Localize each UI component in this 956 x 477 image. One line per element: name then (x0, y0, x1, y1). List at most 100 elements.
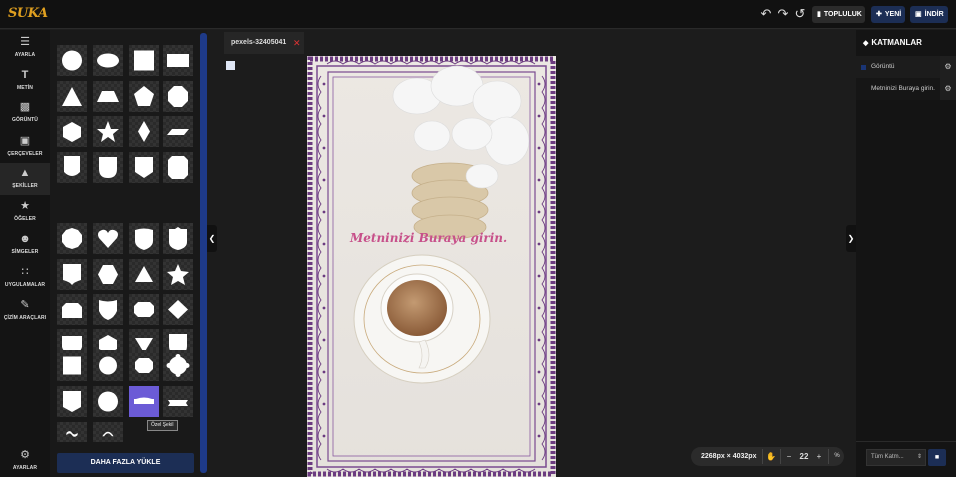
shape-octagon-soft[interactable] (129, 350, 159, 381)
document-tab[interactable]: pexels-32405041 (224, 32, 304, 54)
collapse-left-panel-button[interactable]: ❮ (207, 225, 217, 252)
zoom-in-button[interactable]: + (814, 447, 824, 466)
hand-tool-icon[interactable]: ✋ (765, 447, 777, 466)
app-logo[interactable]: SUKA (8, 6, 48, 21)
wave-shape-icon (66, 431, 78, 437)
sidebar: ☰ AYARLA T METİN ▩ GÖRÜNTÜ ▣ ÇERÇEVELER … (0, 30, 50, 477)
trapezoid-shape-icon (97, 91, 119, 102)
circle-shape-icon (98, 391, 118, 412)
shield-shape-icon (99, 157, 117, 178)
shape-shield-point[interactable] (129, 152, 159, 183)
redo-icon[interactable]: ↷ (776, 7, 790, 21)
shape-rectangle[interactable] (163, 45, 193, 76)
shape-shield-round[interactable] (93, 152, 123, 183)
layer-filter-select[interactable]: Tüm Katm... ⇕ (866, 449, 926, 466)
shape-star[interactable] (93, 116, 123, 147)
shape-wave[interactable] (57, 422, 87, 442)
community-button[interactable]: ▮ TOPLULUK (812, 6, 865, 23)
shape-hexagon[interactable] (57, 116, 87, 147)
chat-icon: ▮ (817, 11, 821, 18)
shape-custom-banner[interactable] (129, 386, 159, 417)
sidebar-item-frames[interactable]: ▣ ÇERÇEVELER (0, 131, 50, 163)
gear-icon: ⚙ (20, 449, 30, 461)
zoom-out-button[interactable]: − (784, 447, 794, 466)
sidebar-item-adjust[interactable]: ☰ AYARLA (0, 32, 50, 64)
resize-corner-icon[interactable] (226, 61, 235, 70)
shape-shield-tall[interactable] (57, 152, 87, 183)
shape-decagon[interactable] (57, 223, 87, 254)
canvas-text-layer[interactable]: Metninizi Buraya girin. (350, 231, 507, 245)
shape-circle-small[interactable] (93, 350, 123, 381)
shape-circle[interactable] (57, 45, 87, 76)
shield-shape-icon (135, 157, 153, 178)
sidebar-item-elements[interactable]: ★ ÖĞELER (0, 196, 50, 228)
shape-parallelogram[interactable] (163, 116, 193, 147)
shape-octagon[interactable] (163, 81, 193, 112)
load-more-button[interactable]: DAHA FAZLA YÜKLE (57, 453, 194, 473)
shape-triangle[interactable] (57, 81, 87, 112)
sidebar-item-icons[interactable]: ☻ SİMGELER (0, 229, 50, 261)
shape-octagon-wide[interactable] (129, 294, 159, 325)
hexagon-shape-icon (63, 122, 81, 142)
shapes-scrollbar-thumb[interactable] (200, 33, 207, 473)
new-label: YENİ (884, 11, 902, 18)
star-icon: ★ (20, 200, 30, 212)
sidebar-item-settings[interactable]: ⚙ AYARLAR (0, 445, 50, 477)
shape-pennant[interactable] (57, 386, 87, 417)
sliders-icon: ☰ (20, 36, 30, 48)
sidebar-item-image[interactable]: ▩ GÖRÜNTÜ (0, 97, 50, 129)
shape-square[interactable] (129, 45, 159, 76)
shape-ellipse[interactable] (93, 45, 123, 76)
layer-label: Görüntü (871, 63, 895, 70)
shape-crest-notched[interactable] (163, 223, 193, 254)
shape-trapezoid[interactable] (93, 81, 123, 112)
shape-banner-shield[interactable] (57, 259, 87, 290)
shape-hexagon-wide[interactable] (93, 259, 123, 290)
triangle-shape-icon (62, 87, 82, 106)
shape-house[interactable] (57, 294, 87, 325)
layer-label: Metninizi Buraya girin. (871, 85, 935, 92)
close-icon[interactable]: ✕ (293, 38, 301, 48)
shape-triangle-small[interactable] (129, 259, 159, 290)
shield-shape-icon (64, 156, 80, 176)
smiley-icon: ☻ (19, 233, 31, 245)
divider (780, 449, 781, 464)
shape-star-small[interactable] (163, 259, 193, 290)
shape-rhombus[interactable] (163, 294, 193, 325)
brush-icon: ✎ (20, 299, 30, 311)
zoom-level[interactable]: 22 (797, 447, 811, 466)
crest-shape-icon (169, 227, 187, 250)
gear-icon[interactable]: ⚙ (940, 78, 956, 100)
undo-icon[interactable]: ↶ (759, 7, 773, 21)
history-icon[interactable]: ↺ (793, 7, 807, 21)
house-shape-icon (62, 303, 82, 318)
pentagon-shape-icon (134, 86, 154, 106)
shape-pentagon[interactable] (129, 81, 159, 112)
shape-crest[interactable] (129, 223, 159, 254)
sidebar-item-drawing-tools[interactable]: ✎ ÇİZİM ARAÇLARI (0, 295, 50, 327)
community-label: TOPLULUK (823, 11, 862, 18)
shape-diamond[interactable] (129, 116, 159, 147)
sidebar-item-label: SİMGELER (11, 249, 39, 255)
shape-square-small[interactable] (57, 350, 87, 381)
shape-scalloped[interactable] (163, 350, 193, 381)
layer-row[interactable]: Görüntü ⚙ (856, 56, 956, 78)
shape-circle-medium[interactable] (93, 386, 123, 417)
layer-row[interactable]: Metninizi Buraya girin. ⚙ (856, 78, 956, 100)
shape-badge[interactable] (163, 152, 193, 183)
gear-icon[interactable]: ⚙ (940, 56, 956, 78)
new-button[interactable]: ✚ YENİ (871, 6, 905, 23)
sidebar-item-shapes[interactable]: ▲ ŞEKİLLER (0, 163, 50, 195)
delete-layer-button[interactable]: ■ (928, 449, 946, 466)
sidebar-item-text[interactable]: T METİN (0, 65, 50, 97)
collapse-right-panel-button[interactable]: ❯ (846, 225, 856, 252)
shape-ribbon[interactable] (163, 386, 193, 417)
sidebar-item-apps[interactable]: ∷ UYGULAMALAR (0, 262, 50, 294)
shape-shield-wavy[interactable] (93, 294, 123, 325)
shape-arch[interactable] (93, 422, 123, 442)
chevron-left-icon: ❮ (208, 234, 216, 243)
download-button[interactable]: ▣ İNDİR (910, 6, 948, 23)
shape-heart[interactable] (93, 223, 123, 254)
design-canvas[interactable] (307, 56, 556, 477)
square-shape-icon (63, 356, 81, 375)
